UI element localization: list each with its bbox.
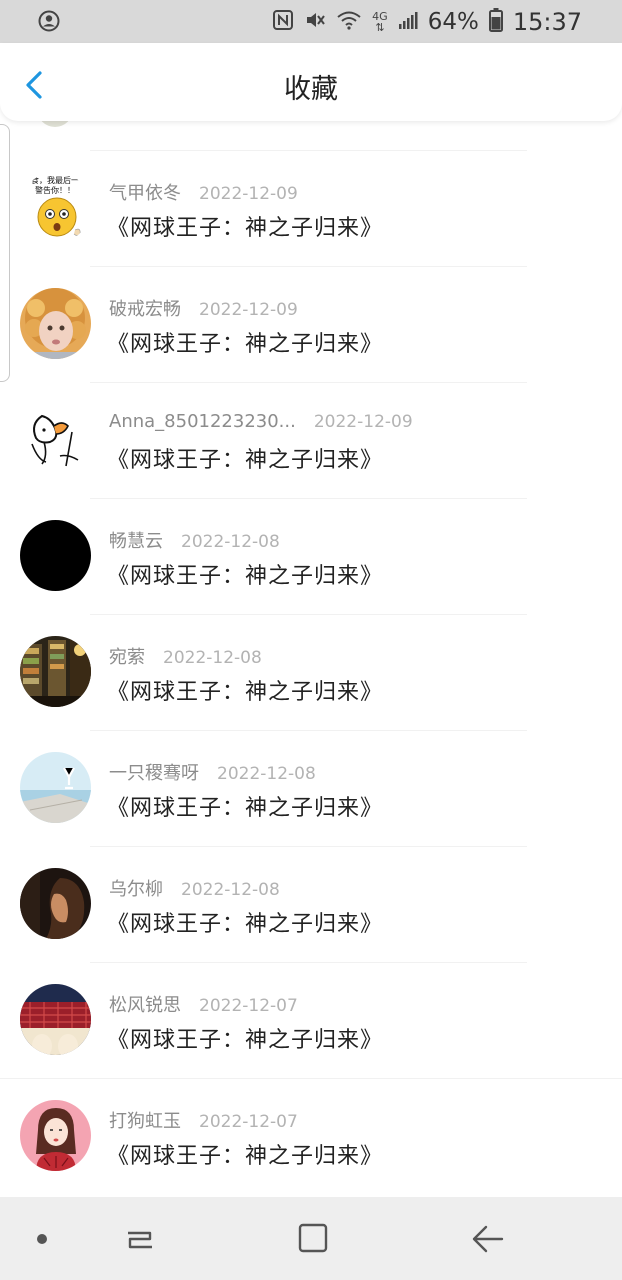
battery-percent: 64% [427, 9, 479, 35]
item-title: 《网球王子：神之子归来》 [107, 912, 384, 937]
4g-icon: 4G ⇅ [372, 10, 388, 34]
date: 2022-12-07 [199, 996, 298, 1016]
avatar: 食，我最后一 警告你！！ [20, 172, 91, 243]
avatar [20, 1100, 91, 1171]
date: 2022-12-08 [163, 648, 262, 668]
username: 松风锐思 [109, 995, 181, 1016]
item-title: 《网球王子：神之子归来》 [107, 216, 384, 241]
favorites-list: 食，我最后一 警告你！！ 气甲依冬 2022-12-09 《网球王子：神之子归来… [0, 121, 622, 1195]
username: 宛萦 [109, 647, 145, 668]
date: 2022-12-07 [199, 1112, 298, 1132]
meme-text-line-1: 食，我最后一 [31, 175, 79, 185]
list-item-partial[interactable] [0, 121, 622, 151]
avatar [20, 404, 91, 475]
date: 2022-12-08 [181, 532, 280, 552]
list-item[interactable]: 畅慧云 2022-12-08 《网球王子：神之子归来》 [0, 498, 622, 614]
divider [0, 1078, 622, 1079]
username: Anna_8501223230... [109, 411, 296, 432]
username: 气甲依冬 [109, 183, 181, 204]
nfc-icon [272, 9, 294, 35]
avatar [20, 288, 91, 359]
clock: 15:37 [512, 8, 582, 36]
item-title: 《网球王子：神之子归来》 [107, 796, 384, 821]
status-icons: 4G ⇅ 64% 15:37 [272, 6, 582, 38]
home-icon[interactable] [293, 1217, 333, 1265]
account-circle-icon [38, 10, 60, 36]
meme-text-line-2: 警告你！！ [35, 185, 75, 195]
divider [90, 730, 527, 731]
item-title: 《网球王子：神之子归来》 [107, 680, 384, 705]
date: 2022-12-09 [313, 412, 413, 432]
dot-icon[interactable] [30, 1217, 54, 1265]
divider [90, 846, 527, 847]
list-item[interactable]: Anna_8501223230... 2022-12-09 《网球王子：神之子归… [0, 382, 622, 498]
avatar [20, 752, 91, 823]
status-bar: 4G ⇅ 64% 15:37 [0, 0, 622, 43]
item-title: 《网球王子：神之子归来》 [107, 1028, 384, 1053]
divider [90, 266, 527, 267]
list-item[interactable]: 一只稷骞呀 2022-12-08 《网球王子：神之子归来》 [0, 730, 622, 846]
list-item[interactable]: 宛萦 2022-12-08 《网球王子：神之子归来》 [0, 614, 622, 730]
header: 收藏 [0, 43, 622, 121]
navigation-bar [0, 1197, 622, 1280]
list-item[interactable]: 乌尔柳 2022-12-08 《网球王子：神之子归来》 [0, 846, 622, 962]
avatar [20, 636, 91, 707]
avatar [20, 520, 91, 591]
battery-icon [488, 8, 503, 36]
mute-icon [304, 9, 326, 35]
wifi-icon [336, 9, 362, 35]
divider [90, 614, 527, 615]
signal-icon [398, 10, 418, 34]
list-item[interactable]: 松风锐思 2022-12-07 《网球王子：神之子归来》 [0, 962, 622, 1078]
list-item[interactable]: 打狗虹玉 2022-12-07 《网球王子：神之子归来》 [0, 1078, 622, 1194]
list-item[interactable]: 食，我最后一 警告你！！ 气甲依冬 2022-12-09 《网球王子：神之子归来… [0, 150, 622, 266]
date: 2022-12-08 [217, 764, 316, 784]
avatar [20, 984, 91, 1055]
avatar [37, 121, 73, 127]
username: 畅慧云 [109, 531, 163, 552]
avatar [20, 868, 91, 939]
username: 乌尔柳 [109, 879, 163, 900]
date: 2022-12-08 [181, 880, 280, 900]
back-arrow-icon[interactable] [466, 1217, 510, 1265]
edge-panel-handle[interactable] [0, 124, 10, 382]
item-title: 《网球王子：神之子归来》 [107, 448, 384, 473]
divider [90, 498, 527, 499]
divider [90, 382, 527, 383]
page-title: 收藏 [284, 74, 338, 105]
item-title: 《网球王子：神之子归来》 [107, 564, 384, 589]
date: 2022-12-09 [199, 300, 298, 320]
divider [90, 962, 527, 963]
username: 破戒宏畅 [109, 299, 181, 320]
divider [90, 150, 527, 151]
date: 2022-12-09 [199, 184, 298, 204]
recent-apps-icon[interactable] [120, 1217, 160, 1265]
username: 打狗虹玉 [109, 1111, 181, 1132]
item-title: 《网球王子：神之子归来》 [107, 1144, 384, 1169]
list-item[interactable]: 破戒宏畅 2022-12-09 《网球王子：神之子归来》 [0, 266, 622, 382]
username: 一只稷骞呀 [109, 763, 199, 784]
item-title: 《网球王子：神之子归来》 [107, 332, 384, 357]
